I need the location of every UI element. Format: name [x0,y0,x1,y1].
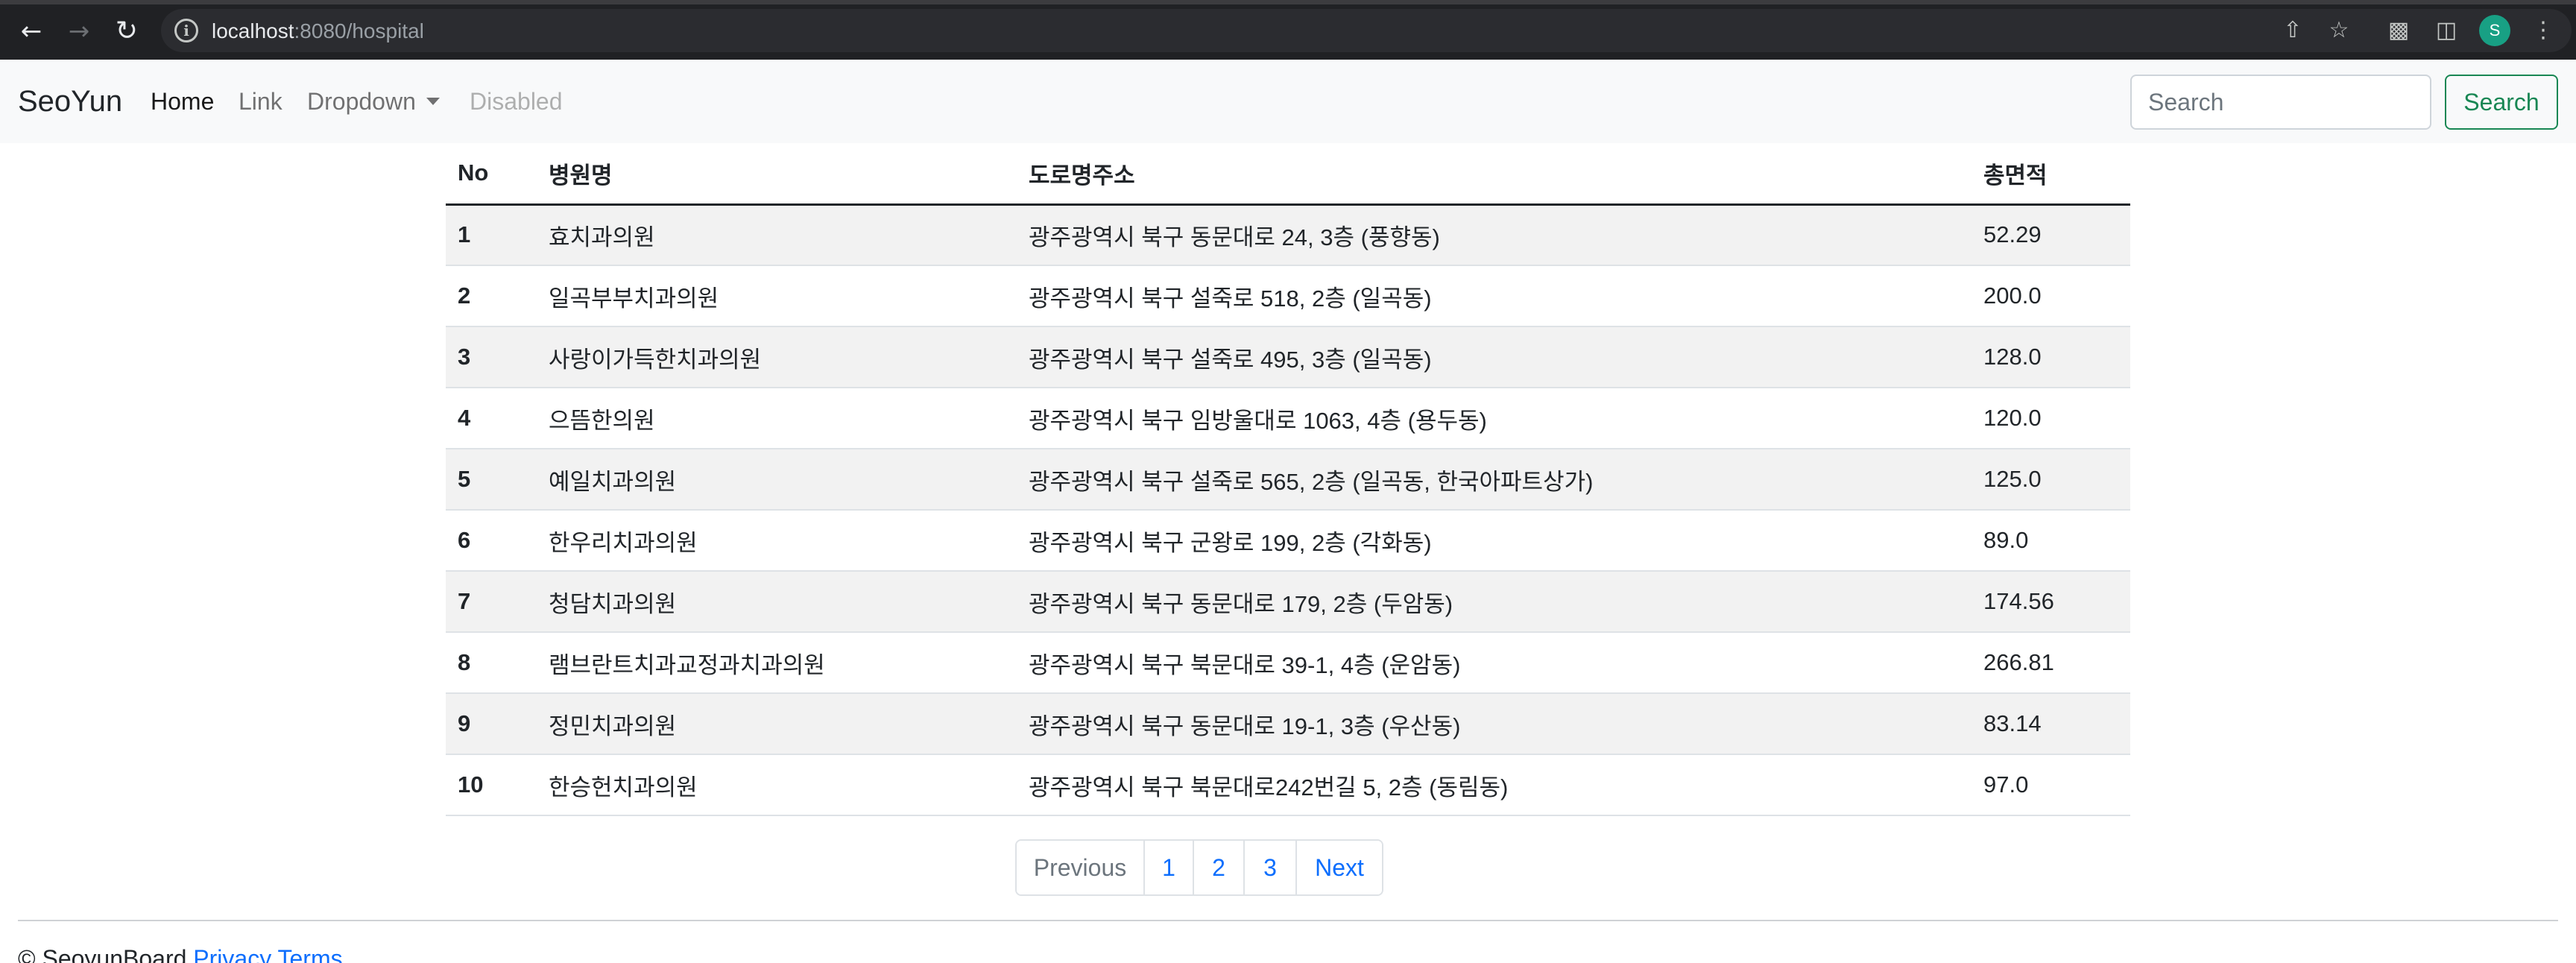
table-row: 8 램브란트치과교정과치과의원 광주광역시 북구 북문대로 39-1, 4층 (… [446,632,2130,694]
share-icon[interactable]: ⇧ [2278,15,2308,45]
road-address: 광주광역시 북구 북문대로 39-1, 4층 (운암동) [1017,632,1972,694]
total-area: 97.0 [1972,754,2130,816]
hospital-table-container: No 병원명 도로명주소 총면적 1 효치과의원 광주광역시 북구 동문대로 2… [446,143,2130,816]
forward-icon[interactable]: → [63,15,95,48]
row-number: 2 [446,265,537,327]
hospital-name: 램브란트치과교정과치과의원 [537,632,1017,694]
pagination-page-2[interactable]: 2 [1194,841,1245,894]
footer-privacy-link[interactable]: Privacy [193,945,271,963]
extensions-icon[interactable]: ▩ [2384,15,2414,45]
row-number: 7 [446,571,537,633]
row-number: 1 [446,204,537,266]
row-number: 3 [446,326,537,388]
footer: © SeoyunBoard Privacy Terms [18,945,343,963]
nav-home[interactable]: Home [151,88,214,116]
row-number: 9 [446,693,537,755]
footer-terms-link[interactable]: Terms [278,945,343,963]
pagination-next[interactable]: Next [1297,841,1382,894]
total-area: 83.14 [1972,693,2130,755]
url-host: localhost [212,19,294,42]
hospital-name: 일곡부부치과의원 [537,265,1017,327]
header-no: No [446,143,537,206]
table-row: 10 한승헌치과의원 광주광역시 북구 북문대로242번길 5, 2층 (동림동… [446,754,2130,816]
row-number: 4 [446,388,537,449]
table-row: 5 예일치과의원 광주광역시 북구 설죽로 565, 2층 (일곡동, 한국아파… [446,449,2130,511]
road-address: 광주광역시 북구 군왕로 199, 2층 (각화동) [1017,510,1972,572]
nav-link[interactable]: Link [239,88,282,116]
side-panel-icon[interactable]: ◫ [2431,15,2461,45]
pagination-previous[interactable]: Previous [1017,841,1145,894]
header-total-area: 총면적 [1972,143,2130,206]
road-address: 광주광역시 북구 설죽로 565, 2층 (일곡동, 한국아파트상가) [1017,449,1972,511]
profile-avatar[interactable]: S [2479,15,2510,46]
row-number: 10 [446,754,537,816]
road-address: 광주광역시 북구 동문대로 19-1, 3층 (우산동) [1017,693,1972,755]
table-row: 6 한우리치과의원 광주광역시 북구 군왕로 199, 2층 (각화동) 89.… [446,510,2130,572]
total-area: 174.56 [1972,571,2130,633]
address-bar[interactable]: i localhost:8080/hospital [161,9,2572,52]
total-area: 120.0 [1972,388,2130,449]
header-road-address: 도로명주소 [1017,143,1972,206]
road-address: 광주광역시 북구 동문대로 179, 2층 (두암동) [1017,571,1972,633]
url-path: :8080/hospital [294,19,424,42]
hospital-name: 으뜸한의원 [537,388,1017,449]
road-address: 광주광역시 북구 설죽로 495, 3층 (일곡동) [1017,326,1972,388]
row-number: 6 [446,510,537,572]
road-address: 광주광역시 북구 임방울대로 1063, 4층 (용두동) [1017,388,1972,449]
table-header-row: No 병원명 도로명주소 총면적 [446,143,2130,206]
road-address: 광주광역시 북구 북문대로242번길 5, 2층 (동림동) [1017,754,1972,816]
bookmark-star-icon[interactable]: ☆ [2324,15,2354,45]
table-row: 1 효치과의원 광주광역시 북구 동문대로 24, 3층 (풍향동) 52.29 [446,204,2130,266]
url-text[interactable]: localhost:8080/hospital [212,19,424,43]
caret-down-icon [426,97,440,105]
tab-strip [0,0,2576,4]
hospital-name: 한우리치과의원 [537,510,1017,572]
hospital-name: 효치과의원 [537,204,1017,266]
header-hospital-name: 병원명 [537,143,1017,206]
pagination-page-1[interactable]: 1 [1145,841,1194,894]
table-row: 7 청담치과의원 광주광역시 북구 동문대로 179, 2층 (두암동) 174… [446,571,2130,633]
hospital-name: 청담치과의원 [537,571,1017,633]
total-area: 128.0 [1972,326,2130,388]
total-area: 52.29 [1972,204,2130,266]
hospital-name: 예일치과의원 [537,449,1017,511]
nav-disabled: Disabled [470,88,563,115]
table-row: 3 사랑이가득한치과의원 광주광역시 북구 설죽로 495, 3층 (일곡동) … [446,326,2130,388]
road-address: 광주광역시 북구 설죽로 518, 2층 (일곡동) [1017,265,1972,327]
hospital-name: 한승헌치과의원 [537,754,1017,816]
row-number: 5 [446,449,537,511]
site-navbar: SeoYun Home Link Dropdown Disabled Searc… [0,60,2576,143]
nav-dropdown[interactable]: Dropdown [307,88,440,116]
search-input[interactable] [2130,75,2431,130]
nav-dropdown-label: Dropdown [307,88,416,115]
hospital-table: No 병원명 도로명주소 총면적 1 효치과의원 광주광역시 북구 동문대로 2… [446,143,2130,816]
reload-icon[interactable]: ↻ [110,15,143,48]
total-area: 89.0 [1972,510,2130,572]
road-address: 광주광역시 북구 동문대로 24, 3층 (풍향동) [1017,204,1972,266]
total-area: 200.0 [1972,265,2130,327]
pagination-page-3[interactable]: 3 [1245,841,1297,894]
navbar-brand[interactable]: SeoYun [18,85,122,119]
hospital-name: 정민치과의원 [537,693,1017,755]
table-row: 4 으뜸한의원 광주광역시 북구 임방울대로 1063, 4층 (용두동) 12… [446,388,2130,449]
pagination: Previous 1 2 3 Next [1015,839,1383,896]
back-icon[interactable]: ← [15,15,48,48]
row-number: 8 [446,632,537,694]
footer-copyright: © SeoyunBoard [18,945,187,963]
table-row: 2 일곡부부치과의원 광주광역시 북구 설죽로 518, 2층 (일곡동) 20… [446,265,2130,327]
site-info-icon[interactable]: i [174,19,198,42]
table-row: 9 정민치과의원 광주광역시 북구 동문대로 19-1, 3층 (우산동) 83… [446,693,2130,755]
total-area: 125.0 [1972,449,2130,511]
browser-toolbar: ← → ↻ i localhost:8080/hospital ⇧ ☆ ▩ ◫ … [0,0,2576,60]
menu-kebab-icon[interactable]: ⋮ [2528,15,2558,45]
hospital-name: 사랑이가득한치과의원 [537,326,1017,388]
search-button[interactable]: Search [2445,75,2558,130]
footer-divider [18,920,2558,921]
total-area: 266.81 [1972,632,2130,694]
